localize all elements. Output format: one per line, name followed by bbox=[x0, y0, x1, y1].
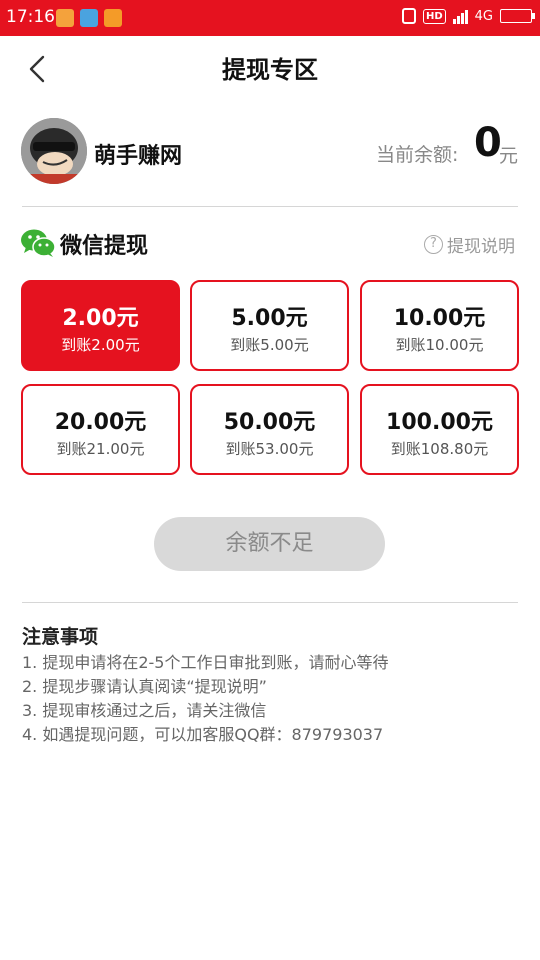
username: 萌手赚网 bbox=[94, 144, 183, 169]
amount-option-10[interactable]: 10.00元 到账10.00元 bbox=[360, 280, 519, 371]
vibrate-icon bbox=[401, 8, 416, 24]
amount-value: 2.00元 bbox=[62, 306, 139, 331]
avatar bbox=[21, 118, 87, 184]
notes-title: 注意事项 bbox=[22, 626, 99, 648]
amount-received: 到账21.00元 bbox=[56, 440, 145, 458]
scan-notification-icon bbox=[80, 9, 98, 27]
note-item: 2. 提现步骤请认真阅读“提现说明” bbox=[22, 677, 267, 696]
amount-option-100[interactable]: 100.00元 到账108.80元 bbox=[360, 384, 519, 475]
amount-received: 到账2.00元 bbox=[61, 336, 140, 354]
amount-received: 到账108.80元 bbox=[390, 440, 489, 458]
hd-icon: HD bbox=[422, 8, 446, 24]
divider bbox=[22, 602, 518, 603]
notification-icons bbox=[56, 9, 122, 27]
amount-received: 到账53.00元 bbox=[225, 440, 314, 458]
wechat-icon bbox=[21, 229, 56, 257]
network-type: 4G bbox=[474, 8, 493, 24]
balance-amount: 0 bbox=[474, 120, 502, 166]
amount-value: 5.00元 bbox=[231, 306, 308, 331]
divider bbox=[22, 206, 518, 207]
amount-option-5[interactable]: 5.00元 到账5.00元 bbox=[190, 280, 349, 371]
notes-list: 1. 提现申请将在2-5个工作日审批到账，请耐心等待 2. 提现步骤请认真阅读“… bbox=[22, 651, 389, 747]
amount-option-50[interactable]: 50.00元 到账53.00元 bbox=[190, 384, 349, 475]
balance-label: 当前余额: bbox=[376, 144, 459, 166]
amount-value: 50.00元 bbox=[223, 410, 316, 435]
balance-unit: 元 bbox=[499, 145, 519, 167]
note-item: 3. 提现审核通过之后，请关注微信 bbox=[22, 701, 267, 720]
amount-received: 到账10.00元 bbox=[395, 336, 484, 354]
battery-icon bbox=[500, 9, 535, 23]
withdraw-help-label: 提现说明 bbox=[447, 237, 515, 257]
amount-value: 100.00元 bbox=[386, 410, 493, 435]
page-title: 提现专区 bbox=[222, 56, 318, 84]
status-bar: 17:16 HD 4G bbox=[0, 0, 540, 36]
status-indicators: HD 4G bbox=[401, 8, 535, 24]
status-time: 17:16 bbox=[6, 7, 55, 27]
signal-icon bbox=[452, 8, 468, 24]
withdraw-help-link[interactable]: ? 提现说明 bbox=[424, 232, 515, 257]
submit-withdraw-button[interactable]: 余额不足 bbox=[154, 517, 385, 571]
amount-value: 10.00元 bbox=[393, 306, 486, 331]
amount-received: 到账5.00元 bbox=[230, 336, 309, 354]
app-notification-icon bbox=[104, 9, 122, 27]
amount-option-20[interactable]: 20.00元 到账21.00元 bbox=[21, 384, 180, 475]
question-icon: ? bbox=[424, 235, 443, 254]
wechat-withdraw-title: 微信提现 bbox=[60, 234, 149, 259]
amount-value: 20.00元 bbox=[54, 410, 147, 435]
taobao-notification-icon bbox=[56, 9, 74, 27]
note-item: 1. 提现申请将在2-5个工作日审批到账，请耐心等待 bbox=[22, 653, 389, 672]
note-item: 4. 如遇提现问题，可以加客服QQ群：879793037 bbox=[22, 725, 384, 744]
amount-option-2[interactable]: 2.00元 到账2.00元 bbox=[21, 280, 180, 371]
